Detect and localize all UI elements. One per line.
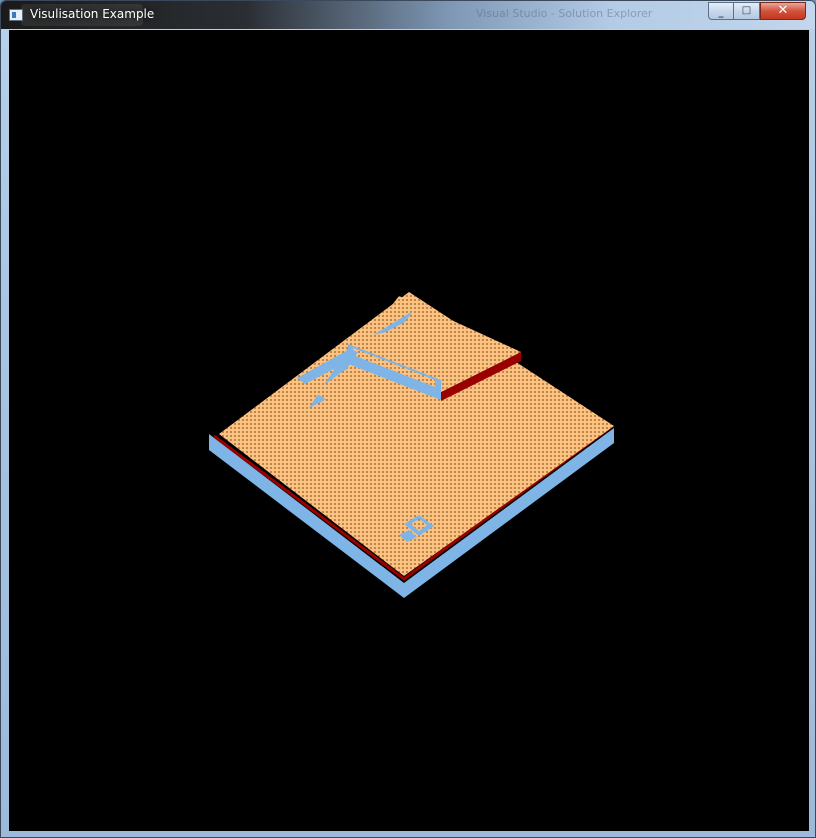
- maximize-icon: □: [741, 5, 752, 16]
- background-window-title: Visual Studio - Solution Explorer: [476, 7, 653, 20]
- close-icon: ✕: [777, 3, 789, 18]
- maximize-button[interactable]: □: [734, 2, 760, 20]
- minimize-button[interactable]: _: [708, 2, 734, 20]
- 3d-model-render: [209, 292, 614, 598]
- title-bar[interactable]: Visulisation Example Visual Studio - Sol…: [1, 1, 815, 29]
- close-button[interactable]: ✕: [760, 2, 806, 20]
- minimize-icon: _: [718, 7, 724, 18]
- render-viewport[interactable]: [9, 30, 809, 831]
- app-window: Visulisation Example Visual Studio - Sol…: [0, 0, 816, 838]
- app-window-icon[interactable]: [9, 9, 23, 21]
- window-title: Visulisation Example: [30, 7, 155, 21]
